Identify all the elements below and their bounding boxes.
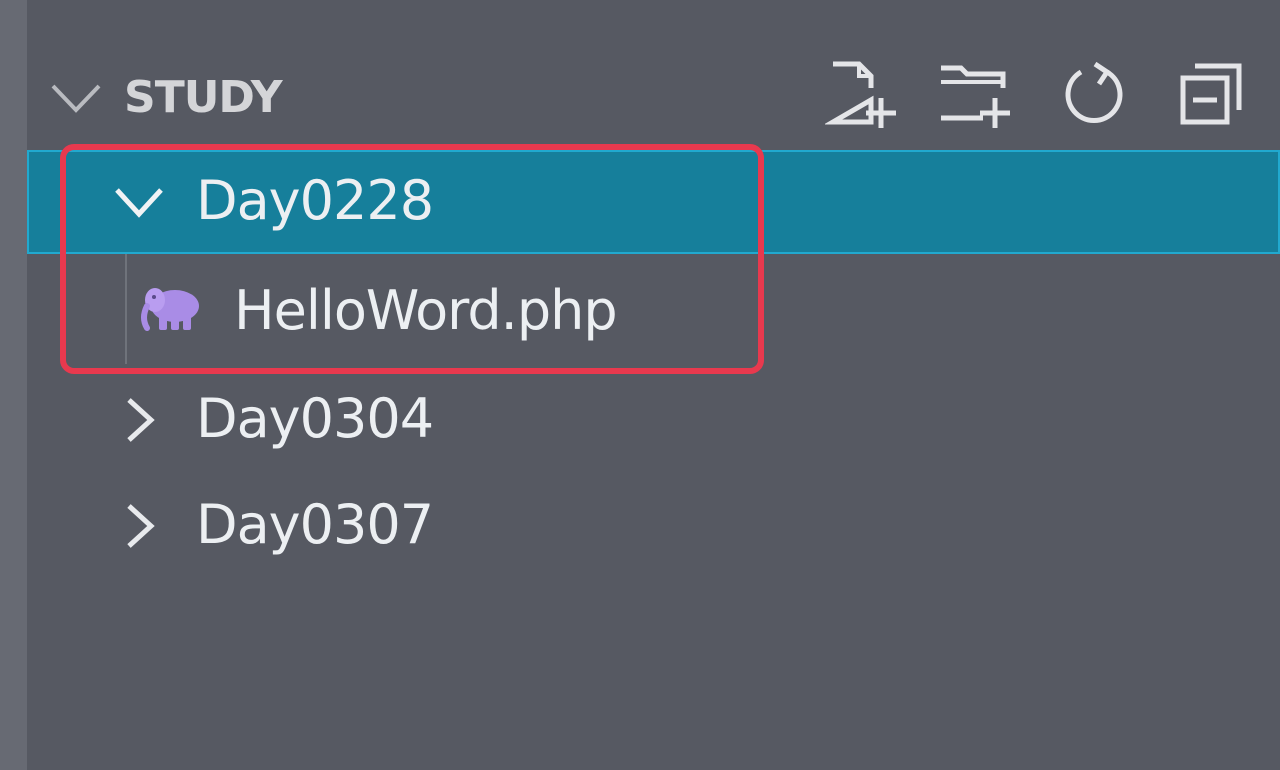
new-folder-button[interactable] <box>937 58 1013 134</box>
tree-item-label: Day0304 <box>196 387 434 450</box>
activity-bar-edge <box>0 0 27 770</box>
tree-item-label: Day0307 <box>196 493 434 556</box>
refresh-icon <box>1065 61 1123 123</box>
tree-item-label: HelloWord.php <box>234 279 618 342</box>
chevron-right-icon[interactable] <box>113 502 165 550</box>
new-folder-icon <box>941 65 1010 128</box>
new-file-icon <box>823 61 896 128</box>
explorer-actions <box>823 58 1255 138</box>
php-elephant-icon <box>141 288 199 331</box>
explorer-panel: STUDY Day0228 HelloWord.php Day0304 Day0… <box>27 0 1280 770</box>
collapse-all-icon <box>1180 63 1242 125</box>
new-file-button[interactable] <box>823 58 901 134</box>
section-title: STUDY <box>124 72 283 123</box>
tree-item-label: Day0228 <box>196 169 434 232</box>
chevron-down-icon[interactable] <box>49 78 103 118</box>
chevron-right-icon[interactable] <box>113 396 165 444</box>
chevron-down-icon[interactable] <box>113 178 165 226</box>
tree-folder-day0228[interactable]: Day0228 <box>27 150 1280 254</box>
collapse-all-button[interactable] <box>1175 58 1251 134</box>
refresh-button[interactable] <box>1055 58 1131 134</box>
tree-folder-day0307[interactable]: Day0307 <box>27 474 1280 578</box>
section-header-study[interactable]: STUDY <box>27 50 1280 145</box>
tree-folder-day0304[interactable]: Day0304 <box>27 368 1280 472</box>
tree-file-helloword-php[interactable]: HelloWord.php <box>27 258 1280 362</box>
